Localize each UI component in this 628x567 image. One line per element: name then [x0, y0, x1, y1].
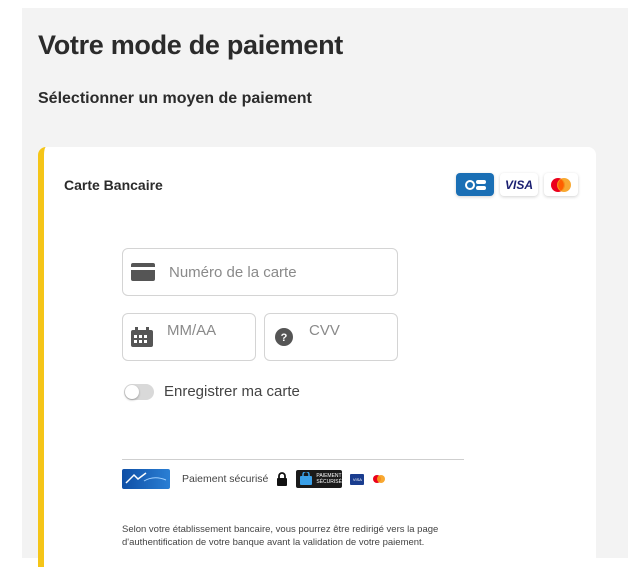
card-method-title: Carte Bancaire [64, 177, 163, 193]
payment-method-card[interactable]: Carte Bancaire VISA Numéro de la carte M… [38, 147, 596, 567]
expiry-placeholder: MM/AA [167, 321, 217, 339]
mastercard-mini-icon [372, 474, 386, 484]
divider [122, 459, 464, 460]
svg-text:?: ? [281, 332, 288, 344]
cvv-placeholder: CVV [309, 321, 340, 339]
secure-payment-row: Paiement sécurisé PAIEMENT SÉCURISÉ VISA [122, 469, 386, 489]
visa-mini-icon: VISA [350, 473, 365, 485]
visa-logo-icon: VISA [500, 173, 538, 196]
visa-mini-text: VISA [352, 476, 362, 482]
secure-payment-badge: PAIEMENT SÉCURISÉ [296, 470, 343, 488]
page-title: Votre mode de paiement [38, 30, 343, 60]
visa-logo-text: VISA [504, 177, 533, 192]
lock-icon [276, 472, 288, 486]
credit-card-icon [131, 263, 155, 281]
help-icon[interactable]: ? [275, 328, 293, 346]
bank-logo [122, 469, 170, 489]
calendar-icon [131, 327, 153, 347]
save-card-label[interactable]: Enregistrer ma carte [164, 383, 300, 400]
cb-logo-icon [456, 173, 494, 196]
secure-payment-label: Paiement sécurisé [182, 473, 269, 485]
save-card-row: Enregistrer ma carte [124, 383, 300, 400]
page-subtitle: Sélectionner un moyen de paiement [38, 90, 312, 107]
card-number-placeholder: Numéro de la carte [169, 263, 297, 281]
toggle-knob [125, 384, 139, 399]
cvv-field[interactable]: ? CVV [264, 313, 398, 361]
card-number-field[interactable]: Numéro de la carte [122, 248, 398, 296]
mastercard-logo-icon [544, 173, 578, 196]
card-brands: VISA [456, 173, 578, 196]
save-card-toggle[interactable] [124, 383, 154, 400]
expiry-date-field[interactable]: MM/AA [122, 313, 256, 361]
bank-redirect-notice: Selon votre établissement bancaire, vous… [122, 523, 439, 548]
badge-line-2: SÉCURISÉ [316, 479, 342, 485]
